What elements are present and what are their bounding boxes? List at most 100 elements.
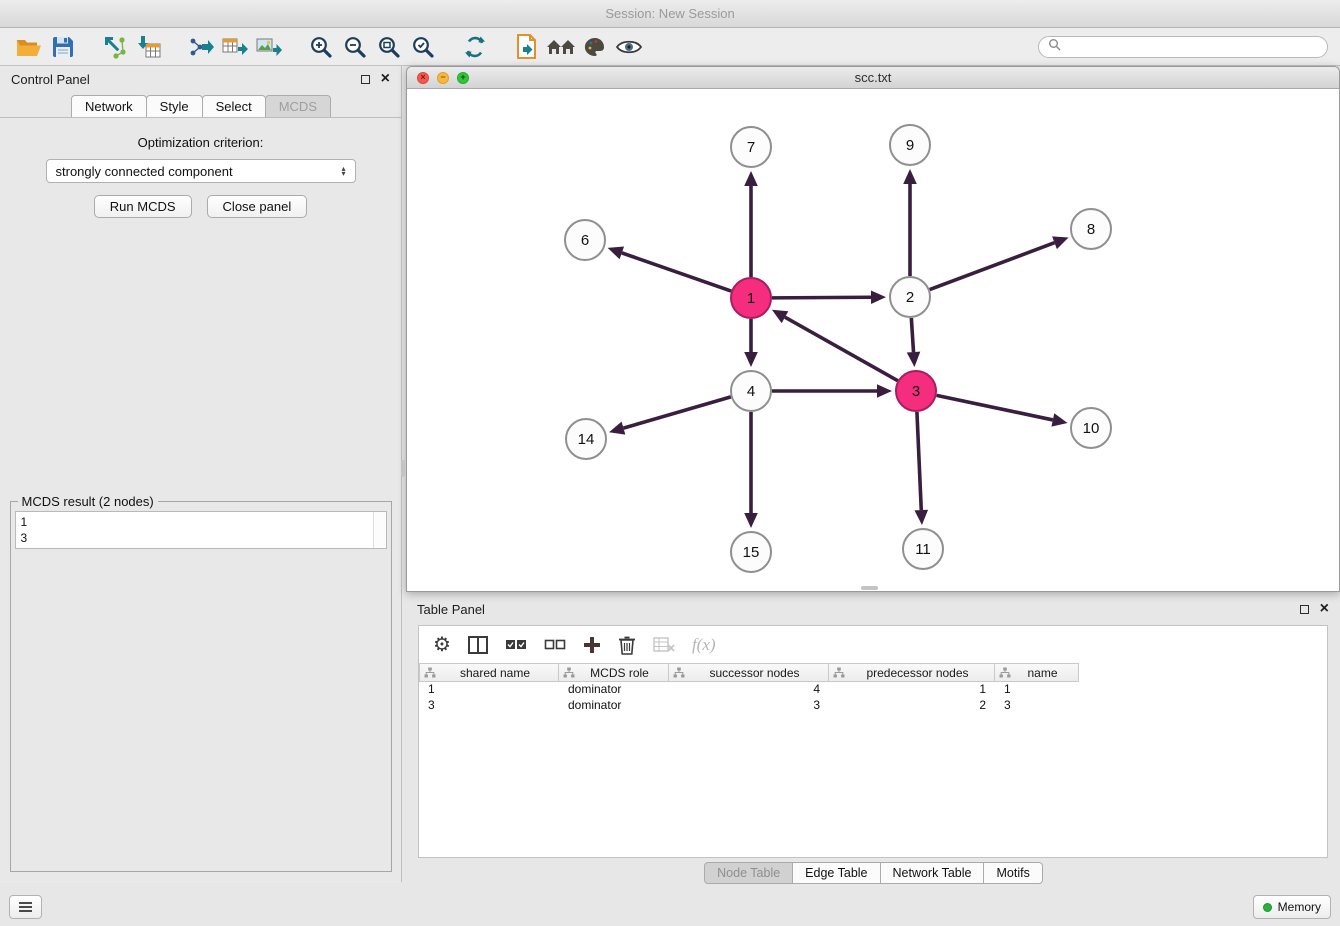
result-item[interactable]: 1 [21,514,381,530]
float-panel-icon[interactable] [361,75,370,84]
node-6[interactable]: 6 [565,220,605,260]
node-15[interactable]: 15 [731,532,771,572]
refresh-icon[interactable] [458,32,492,62]
show-panels-button[interactable] [9,895,42,919]
memory-button[interactable]: Memory [1253,895,1331,919]
search-field[interactable] [1038,36,1328,58]
edge-arrowhead [608,246,624,259]
network-overview-homes-icon[interactable] [544,32,578,62]
node-10[interactable]: 10 [1071,408,1111,448]
import-table-icon[interactable] [132,32,166,62]
table-row[interactable]: 1dominator411 [419,682,1327,698]
save-session-icon[interactable] [46,32,80,62]
tab-motifs[interactable]: Motifs [983,862,1042,884]
tab-edge-table[interactable]: Edge Table [792,862,880,884]
vertical-scroll-handle[interactable] [401,460,405,477]
control-panel-title: Control Panel [11,72,90,87]
mcds-result-box: MCDS result (2 nodes) 13 [10,494,392,872]
column-tree-icon [673,667,685,678]
column-header-successor-nodes[interactable]: successor nodes [669,663,829,682]
column-header-name[interactable]: name [995,663,1079,682]
node-1[interactable]: 1 [731,278,771,318]
export-image-icon[interactable] [252,32,286,62]
table-settings-gear-icon[interactable]: ⚙ [433,635,451,655]
minimize-window-icon[interactable]: − [437,72,449,84]
node-9[interactable]: 9 [890,125,930,165]
import-network-icon[interactable] [98,32,132,62]
open-session-icon[interactable] [12,32,46,62]
table-cell: 1 [419,682,559,698]
column-tree-icon [999,667,1011,678]
edge-3-10[interactable] [937,395,1053,420]
edge-1-6[interactable] [622,253,731,291]
network-window: scc.txt × − + 7 9 6 8 1 2 4 3 14 10 15 11 [406,66,1340,592]
search-input[interactable] [1066,40,1318,54]
column-header-MCDS-role[interactable]: MCDS role [559,663,669,682]
zoom-fit-icon[interactable] [372,32,406,62]
node-11[interactable]: 11 [903,529,943,569]
zoom-out-icon[interactable] [338,32,372,62]
tab-mcds[interactable]: MCDS [265,95,331,118]
tab-node-table[interactable]: Node Table [704,862,793,884]
tab-select[interactable]: Select [202,95,266,118]
edge-2-8[interactable] [930,243,1055,290]
node-7[interactable]: 7 [731,127,771,167]
zoom-selected-icon[interactable] [406,32,440,62]
node-14[interactable]: 14 [566,419,606,459]
node-label: 14 [578,431,595,448]
network-window-titlebar[interactable]: scc.txt × − + [407,67,1339,89]
export-network-icon[interactable] [184,32,218,62]
run-mcds-button[interactable]: Run MCDS [94,195,192,218]
table-panel-title: Table Panel [417,602,485,617]
table-panel-content: ⚙ f(x) shared nameMCDS rolesuccessor nod… [418,625,1328,858]
add-column-icon[interactable] [583,636,601,654]
export-page-icon[interactable] [510,32,544,62]
function-builder-icon-disabled: f(x) [692,635,716,655]
edge-1-2[interactable] [772,297,871,298]
window-titlebar[interactable]: Session: New Session [0,0,1340,28]
table-row[interactable]: 3dominator323 [419,698,1327,714]
edge-arrowhead [914,510,928,525]
node-label: 11 [915,541,931,558]
result-scrollbar[interactable] [373,512,386,548]
edge-4-14[interactable] [623,397,730,428]
node-label: 15 [743,544,760,561]
dropdown-arrows-icon: ▴▾ [341,166,345,176]
column-tree-icon [563,667,575,678]
close-table-panel-icon[interactable]: × [1320,604,1329,614]
delete-column-trash-icon[interactable] [618,635,636,655]
edge-arrowhead [744,352,758,367]
node-4[interactable]: 4 [731,371,771,411]
column-header-predecessor-nodes[interactable]: predecessor nodes [829,663,995,682]
style-palette-icon[interactable] [578,32,612,62]
column-header-shared-name[interactable]: shared name [419,663,559,682]
mcds-result-title: MCDS result (2 nodes) [18,494,158,509]
tab-network-table[interactable]: Network Table [880,862,985,884]
edge-3-11[interactable] [917,412,921,510]
select-all-columns-icon[interactable] [505,639,527,651]
table-toolbar: ⚙ f(x) [419,626,1327,663]
network-canvas[interactable]: 7 9 6 8 1 2 4 3 14 10 15 11 [407,89,1339,591]
node-2[interactable]: 2 [890,277,930,317]
criterion-dropdown[interactable]: strongly connected component ▴▾ [46,159,356,183]
tab-style[interactable]: Style [146,95,203,118]
edge-3-1[interactable] [785,317,898,381]
result-item[interactable]: 3 [21,530,381,546]
node-3[interactable]: 3 [896,371,936,411]
float-table-panel-icon[interactable] [1300,605,1309,614]
close-window-icon[interactable]: × [417,72,429,84]
node-8[interactable]: 8 [1071,209,1111,249]
unselect-all-columns-icon[interactable] [544,639,566,651]
close-panel-button[interactable]: Close panel [207,195,308,218]
zoom-window-icon[interactable]: + [457,72,469,84]
edge-arrowhead [609,422,625,435]
table-cell: 2 [829,698,995,714]
horizontal-scroll-handle[interactable] [861,586,878,590]
zoom-in-icon[interactable] [304,32,338,62]
tab-network[interactable]: Network [71,95,147,118]
edge-2-3[interactable] [911,318,913,352]
close-panel-icon[interactable]: × [381,74,390,84]
export-table-icon[interactable] [218,32,252,62]
eye-icon[interactable] [612,32,646,62]
show-columns-icon[interactable] [468,636,488,654]
